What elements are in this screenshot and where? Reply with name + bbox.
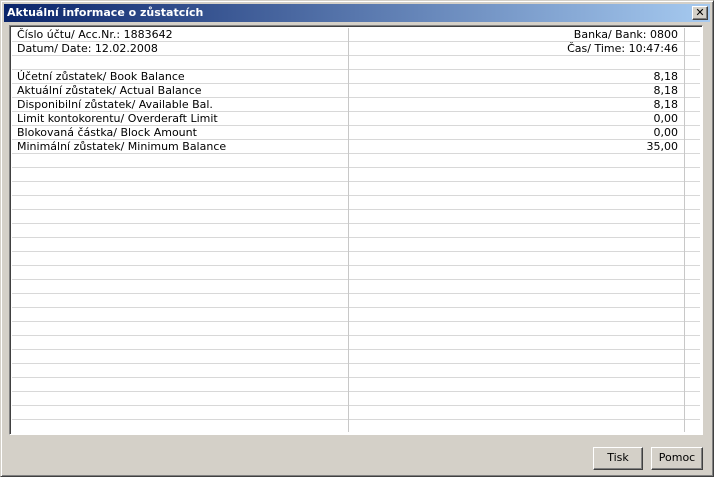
balance-label: Aktuální zůstatek/ Actual Balance	[17, 84, 202, 97]
table-row: Blokovaná částka/ Block Amount 0,00	[12, 126, 684, 140]
window-title: Aktuální informace o zůstatcích	[7, 6, 204, 19]
grid-body: Číslo účtu/ Acc.Nr.: 1883642 Banka/ Bank…	[12, 28, 700, 432]
table-row: Limit kontokorentu/ Overderaft Limit 0,0…	[12, 112, 684, 126]
balance-value: 8,18	[653, 98, 679, 111]
table-row: Disponibilní zůstatek/ Available Bal. 8,…	[12, 98, 684, 112]
balance-value: 0,00	[653, 112, 679, 125]
balance-label: Disponibilní zůstatek/ Available Bal.	[17, 98, 213, 111]
balance-label: Blokovaná částka/ Block Amount	[17, 126, 197, 139]
balance-value: 0,00	[653, 126, 679, 139]
print-button[interactable]: Tisk	[593, 447, 643, 470]
balance-label: Minimální zůstatek/ Minimum Balance	[17, 140, 227, 153]
balance-value: 8,18	[653, 70, 679, 83]
balance-label: Limit kontokorentu/ Overderaft Limit	[17, 112, 218, 125]
title-bar[interactable]: Aktuální informace o zůstatcích ✕	[4, 4, 710, 22]
balance-grid[interactable]: Číslo účtu/ Acc.Nr.: 1883642 Banka/ Bank…	[9, 25, 703, 435]
column-divider	[684, 28, 685, 432]
help-button-label: Pomoc	[658, 451, 696, 464]
print-button-label: Tisk	[607, 451, 629, 464]
account-number: Číslo účtu/ Acc.Nr.: 1883642	[17, 28, 173, 41]
table-row: Datum/ Date: 12.02.2008 Čas/ Time: 10:47…	[12, 42, 684, 56]
balance-value: 8,18	[653, 84, 679, 97]
balance-info-window: Aktuální informace o zůstatcích ✕ Číslo …	[0, 0, 714, 477]
help-button[interactable]: Pomoc	[651, 447, 703, 470]
close-button[interactable]: ✕	[692, 6, 708, 20]
table-row: Aktuální zůstatek/ Actual Balance 8,18	[12, 84, 684, 98]
bank-code: Banka/ Bank: 0800	[573, 28, 678, 41]
balance-label: Účetní zůstatek/ Book Balance	[17, 70, 185, 83]
close-icon: ✕	[695, 6, 705, 19]
table-row: Číslo účtu/ Acc.Nr.: 1883642 Banka/ Bank…	[12, 28, 684, 42]
statement-time: Čas/ Time: 10:47:46	[567, 42, 678, 55]
balance-value: 35,00	[646, 140, 679, 153]
table-row: Účetní zůstatek/ Book Balance 8,18	[12, 70, 684, 84]
statement-date: Datum/ Date: 12.02.2008	[17, 42, 158, 55]
table-row: Minimální zůstatek/ Minimum Balance 35,0…	[12, 140, 684, 154]
